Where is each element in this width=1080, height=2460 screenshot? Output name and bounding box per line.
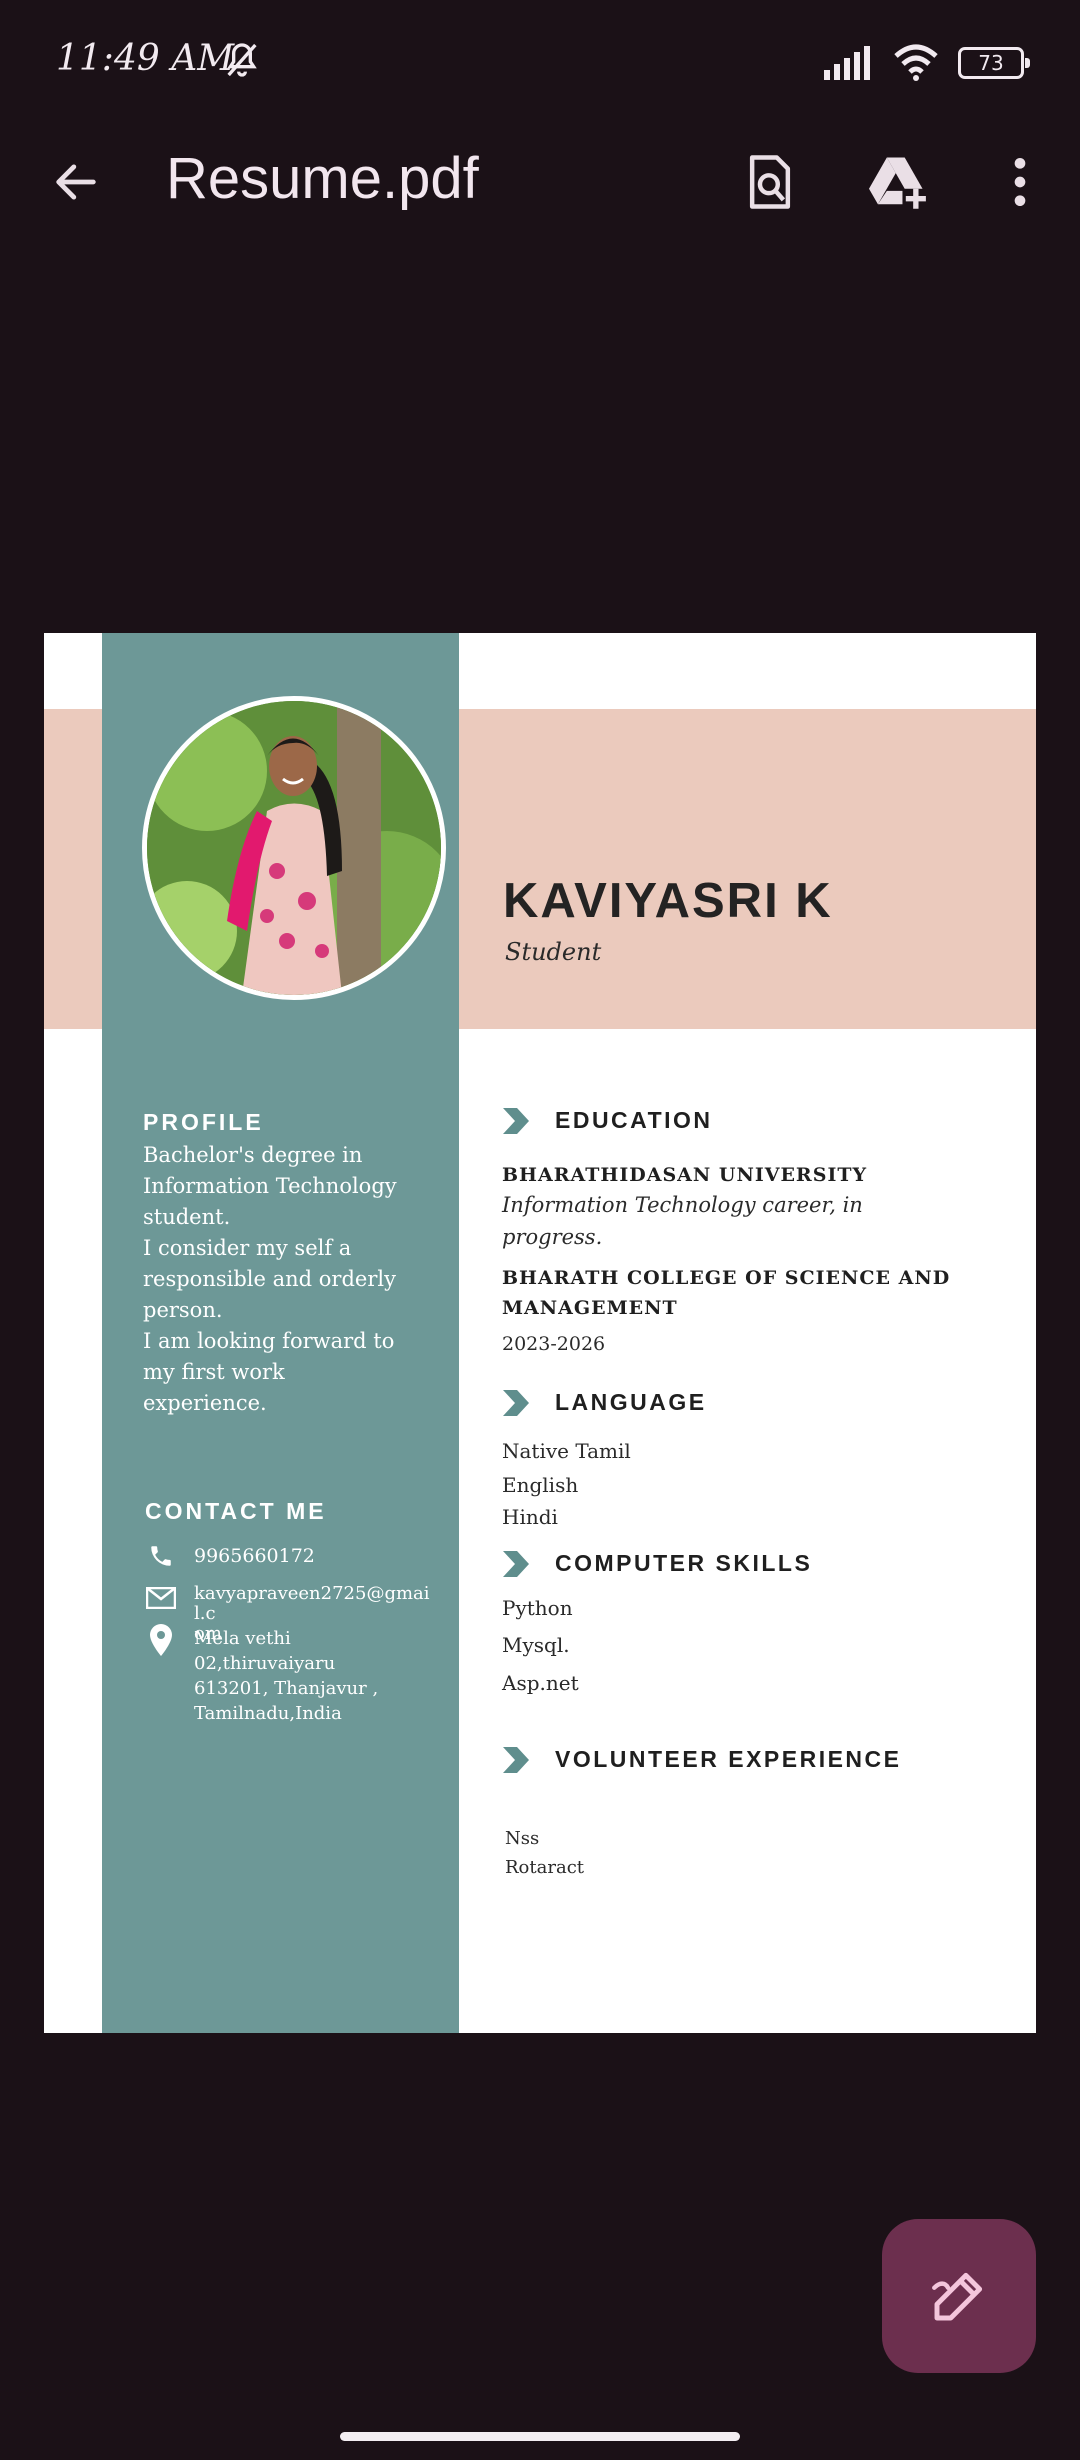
contact-heading: CONTACT ME	[145, 1498, 327, 1524]
phone-icon	[146, 1541, 176, 1571]
profile-line: student.	[143, 1205, 231, 1229]
profile-line: person.	[143, 1298, 223, 1322]
gesture-home-bar[interactable]	[340, 2432, 740, 2441]
more-options-button[interactable]	[988, 150, 1052, 214]
back-arrow-icon	[56, 164, 96, 200]
annotate-fab-button[interactable]	[882, 2219, 1036, 2373]
drive-add-icon	[869, 157, 926, 209]
notifications-off-icon	[222, 40, 262, 80]
location-pin-icon	[146, 1624, 176, 1656]
profile-photo	[142, 696, 446, 1000]
status-time: 11:49 AM	[56, 38, 235, 79]
language-item: English	[502, 1473, 579, 1497]
college-line: MANAGEMENT	[502, 1297, 678, 1319]
contact-phone: 9965660172	[194, 1545, 315, 1567]
language-section-header: LANGUAGE	[503, 1389, 707, 1416]
signal-icon	[824, 46, 870, 80]
profile-line: responsible and orderly	[143, 1267, 396, 1291]
address-line: Tamilnadu,India	[194, 1703, 342, 1724]
college-line: BHARATH COLLEGE OF SCIENCE AND	[502, 1267, 951, 1289]
career-line: progress.	[502, 1225, 603, 1249]
profile-line: I am looking forward to	[143, 1329, 395, 1353]
address-line: 613201, Thanjavur ,	[194, 1678, 379, 1699]
language-item: Native Tamil	[502, 1439, 631, 1463]
education-heading: EDUCATION	[555, 1107, 713, 1133]
address-line: Mela vethi	[194, 1628, 291, 1649]
volunteer-item: Nss	[505, 1828, 540, 1849]
find-in-page-icon	[749, 155, 791, 209]
volunteer-heading: VOLUNTEER EXPERIENCE	[555, 1746, 902, 1772]
skill-item: Asp.net	[502, 1671, 579, 1695]
computer-skills-section-header: COMPUTER SKILLS	[503, 1550, 812, 1577]
chevron-right-icon	[503, 1746, 529, 1773]
edit-pen-icon	[932, 2272, 983, 2321]
profile-heading: PROFILE	[143, 1109, 264, 1135]
volunteer-item: Rotaract	[505, 1857, 585, 1878]
profile-text: Bachelor's degree in Information Technol…	[143, 1140, 403, 1419]
education-university: BHARATHIDASAN UNIVERSITY	[502, 1164, 868, 1186]
back-button[interactable]	[44, 150, 108, 214]
education-section-header: EDUCATION	[503, 1107, 713, 1134]
skill-item: Mysql.	[502, 1633, 570, 1657]
career-line: Information Technology career, in	[502, 1193, 863, 1217]
skill-item: Python	[502, 1596, 573, 1620]
address-line: 02,thiruvaiyaru	[194, 1653, 336, 1674]
email-line: kavyapraveen2725@gmail.c	[194, 1583, 430, 1624]
find-in-page-button[interactable]	[738, 150, 802, 214]
chevron-right-icon	[503, 1389, 529, 1416]
profile-line: Bachelor's degree in	[143, 1143, 363, 1167]
chevron-right-icon	[503, 1107, 529, 1134]
contact-address: Mela vethi 02,thiruvaiyaru 613201, Thanj…	[194, 1626, 434, 1726]
language-item: Hindi	[502, 1505, 558, 1529]
computer-skills-heading: COMPUTER SKILLS	[555, 1550, 813, 1576]
resume-name: KAVIYASRI K	[503, 874, 833, 928]
education-career: Information Technology career, in progre…	[502, 1189, 863, 1253]
document-title: Resume.pdf	[166, 146, 479, 211]
education-years: 2023-2026	[502, 1333, 606, 1355]
email-icon	[146, 1583, 176, 1613]
pdf-page[interactable]: KAVIYASRI K Student PROFILE Bachelor's d…	[44, 633, 1036, 2033]
profile-line: I consider my self a	[143, 1236, 352, 1260]
volunteer-section-header: VOLUNTEER EXPERIENCE	[503, 1746, 902, 1773]
wifi-icon	[894, 44, 938, 81]
resume-role: Student	[505, 938, 602, 966]
more-vert-icon	[1014, 158, 1026, 206]
profile-line: experience.	[143, 1391, 267, 1415]
profile-line: Information Technology	[143, 1174, 397, 1198]
battery-indicator: 73	[958, 47, 1030, 79]
profile-line: my first work	[143, 1360, 285, 1384]
status-icons: 73	[822, 44, 1030, 82]
language-heading: LANGUAGE	[555, 1389, 707, 1415]
add-to-drive-button[interactable]	[866, 150, 930, 214]
chevron-right-icon	[503, 1550, 529, 1577]
education-college: BHARATH COLLEGE OF SCIENCE AND MANAGEMEN…	[502, 1263, 950, 1323]
